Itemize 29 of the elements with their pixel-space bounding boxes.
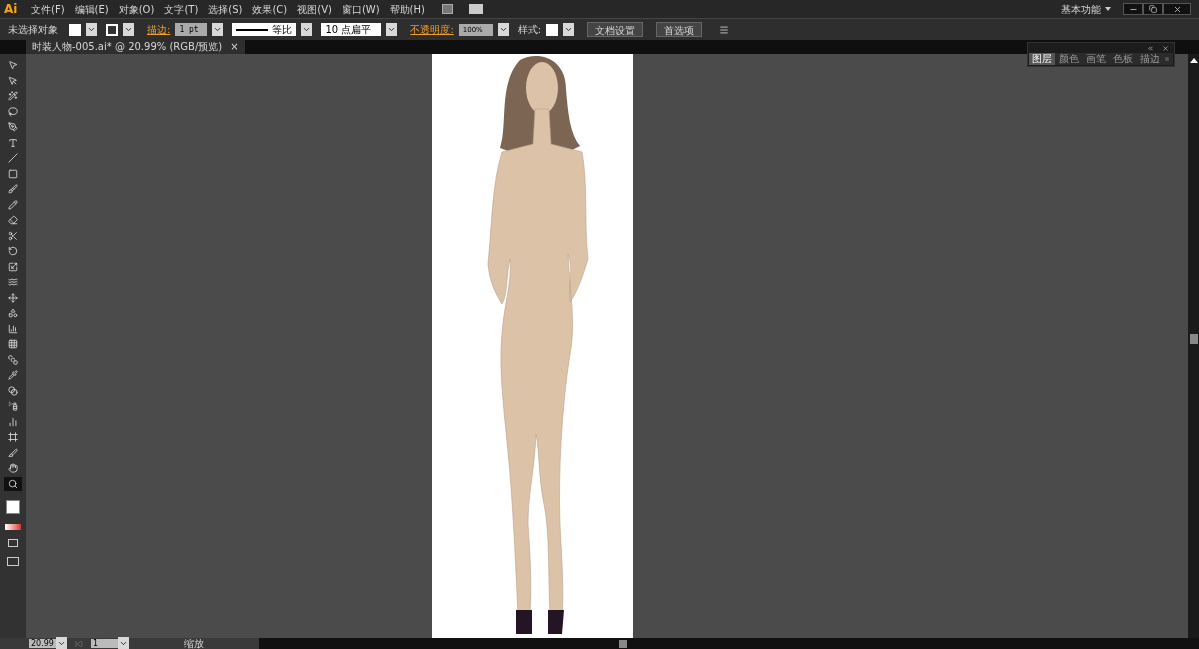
stroke-weight-field[interactable]: 1 pt xyxy=(175,23,208,36)
menu-item[interactable]: 窗口(W) xyxy=(336,1,385,17)
menu-item[interactable]: 帮助(H) xyxy=(384,1,430,17)
panel-tab[interactable]: 描边 xyxy=(1137,53,1163,65)
menu-item[interactable]: 选择(S) xyxy=(203,1,248,17)
opacity-link[interactable]: 不透明度: xyxy=(410,22,454,37)
panel-tab[interactable]: 颜色 xyxy=(1056,53,1082,65)
profile-dropdown[interactable]: 等比 xyxy=(232,23,297,36)
zoom-field[interactable]: 20.99 xyxy=(29,639,56,648)
toolbar-button[interactable]: 文档设置 xyxy=(587,22,644,37)
status-label[interactable]: 缩放 xyxy=(129,638,259,649)
panel-tab[interactable]: 画笔 xyxy=(1083,53,1109,65)
menu-item[interactable]: 对象(O) xyxy=(113,1,160,17)
toolbar-button[interactable]: 首选项 xyxy=(656,22,703,37)
artboard-field[interactable]: 1 xyxy=(91,639,118,648)
menu-item[interactable]: 文字(T) xyxy=(159,1,204,17)
menu-item[interactable]: 视图(V) xyxy=(292,1,337,17)
stroke-link[interactable]: 描边: xyxy=(147,22,171,37)
selection-label: 未选择对象 xyxy=(8,23,59,37)
menu-item[interactable]: 文件(F) xyxy=(26,1,70,17)
style-label: 样式: xyxy=(517,23,542,37)
panel-tab[interactable]: 色板 xyxy=(1110,53,1136,65)
menu-item[interactable]: 效果(C) xyxy=(247,1,293,17)
workspace-switcher[interactable]: 基本功能 xyxy=(1061,1,1101,17)
menu-item[interactable]: 编辑(E) xyxy=(69,1,114,17)
document-tab[interactable]: 时装人物-005.ai* @ 20.99% (RGB/预览) × xyxy=(26,40,245,54)
panel-tab[interactable]: 图层 xyxy=(1029,53,1055,65)
brush-dropdown[interactable]: 10 点扁平 xyxy=(321,23,382,36)
app-logo: Ai xyxy=(3,1,19,18)
